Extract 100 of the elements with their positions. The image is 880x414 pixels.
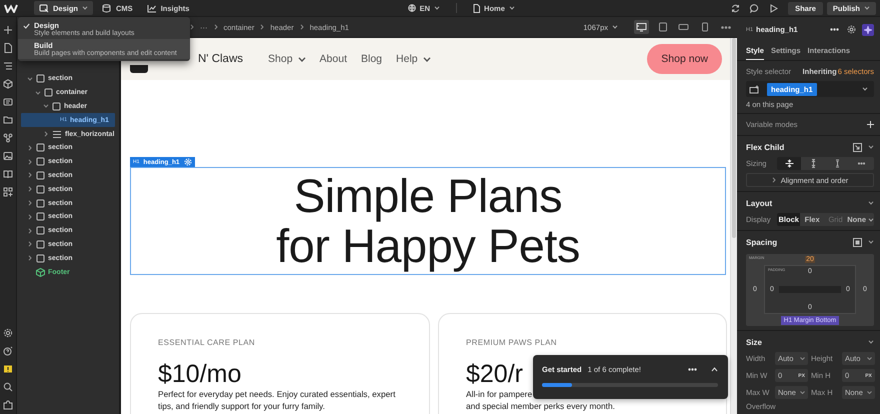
sync-icon[interactable]: [731, 4, 740, 12]
phone-landscape-icon: [678, 22, 689, 32]
caret-icon: [82, 6, 88, 10]
caret-icon: [612, 25, 618, 29]
nav-link[interactable]: Shop: [268, 53, 306, 65]
chevron-icon: [214, 24, 218, 30]
caret-icon: [434, 6, 440, 10]
plan-price: $20/r: [466, 360, 523, 388]
chevron-icon: [260, 24, 264, 30]
folder-icon[interactable]: [3, 115, 13, 125]
chevron-icon: [772, 177, 776, 183]
check-icon: [23, 23, 30, 29]
settings-icon[interactable]: [3, 328, 13, 338]
device-button[interactable]: [634, 20, 649, 34]
add-icon[interactable]: [867, 121, 874, 128]
chevron-icon: [300, 24, 304, 30]
scrollbar[interactable]: [730, 38, 737, 414]
logo-mark: [130, 65, 148, 73]
caret-icon[interactable]: [868, 201, 874, 205]
caret-icon[interactable]: [868, 340, 874, 344]
sparkle-icon: [864, 26, 872, 34]
caret-icon: [28, 214, 32, 220]
square-icon: [44, 88, 53, 98]
more-icon[interactable]: [721, 26, 731, 28]
nav-link[interactable]: Blog: [361, 53, 382, 65]
settings-icon: [184, 158, 192, 166]
logo-icon[interactable]: [4, 4, 18, 12]
play-icon[interactable]: [769, 4, 778, 12]
puzzle-icon[interactable]: [3, 400, 13, 410]
caret-icon: [864, 6, 870, 10]
nodes-icon[interactable]: [3, 133, 13, 143]
section-title: Size: [746, 338, 762, 346]
help-icon[interactable]: [3, 346, 13, 356]
page-heading: Simple Plans for Happy Pets: [276, 171, 580, 271]
chart-icon: [146, 4, 157, 12]
brand-name[interactable]: N' Claws: [198, 53, 244, 65]
square-icon: [36, 212, 45, 222]
cursor-icon: [39, 4, 49, 12]
shrink-icon: [784, 159, 794, 168]
caret-icon[interactable]: [868, 240, 874, 244]
plan-description: Perfect for everyday pet needs. Enjoy curated essentials, expert: [158, 388, 396, 400]
shop-now-button[interactable]: Shop now: [647, 44, 722, 74]
caret-icon: [28, 255, 32, 262]
plan-label: ESSENTIAL CARE PLAN: [158, 338, 255, 347]
caret-icon: [43, 104, 49, 108]
settings-icon[interactable]: [847, 25, 856, 34]
chevron-icon: [190, 24, 194, 30]
search-icon[interactable]: [3, 382, 13, 392]
caret-icon: [866, 391, 872, 394]
plan-description: All-in for pampere: [466, 388, 534, 400]
caret-icon: [28, 241, 32, 248]
nav-link[interactable]: Help: [396, 53, 431, 65]
plan-label: PREMIUM PAWS PLAN: [466, 338, 557, 347]
cube-icon[interactable]: [3, 79, 13, 89]
comment-icon[interactable]: [750, 4, 760, 12]
collapse-icon[interactable]: [711, 367, 718, 372]
grow-icon: [808, 159, 818, 168]
caret-icon: [28, 172, 32, 178]
database-icon: [102, 4, 112, 12]
spacing-icon[interactable]: [853, 238, 862, 246]
plan-price: $10/mo: [158, 360, 242, 388]
flex-child-icon[interactable]: [853, 142, 862, 152]
plan-description: tips, and friendly support for your furry family.: [158, 400, 326, 412]
caret-icon: [27, 76, 33, 81]
caret-icon: [28, 144, 32, 151]
caret-icon: [28, 186, 32, 192]
selector-icon: [749, 84, 760, 94]
desktop-icon: [636, 22, 647, 32]
caret-icon[interactable]: [868, 145, 874, 149]
square-icon: [36, 143, 45, 152]
more-icon[interactable]: [688, 368, 697, 371]
sizing-option[interactable]: [777, 157, 802, 170]
caret-icon: [35, 90, 41, 95]
image-icon[interactable]: [3, 151, 13, 161]
caret-icon: [800, 391, 805, 394]
caret-icon: [28, 228, 32, 234]
caret-icon: [28, 200, 32, 206]
square-icon: [36, 74, 45, 84]
caret-icon: [868, 218, 874, 222]
cms-icon[interactable]: [3, 97, 13, 107]
more-icon[interactable]: [830, 28, 839, 31]
page-icon[interactable]: [3, 43, 13, 53]
caret-icon: [28, 158, 32, 165]
layers-icon[interactable]: [3, 61, 13, 71]
apps-icon[interactable]: [3, 187, 13, 197]
globe-icon: [408, 4, 416, 12]
cube-icon: [36, 268, 45, 277]
section-title: Flex Child: [746, 142, 784, 152]
plan-description: and special member perks every month.: [466, 400, 615, 412]
square-icon: [36, 170, 45, 180]
caret-icon: [862, 87, 868, 91]
tablet-icon: [658, 22, 668, 32]
nav-link[interactable]: About: [320, 53, 347, 65]
add-icon[interactable]: [3, 25, 13, 35]
sparkle-button[interactable]: [862, 24, 874, 36]
square-icon: [36, 254, 45, 263]
book-icon[interactable]: [3, 169, 13, 179]
phone-icon: [700, 22, 710, 32]
warning-icon[interactable]: [3, 364, 13, 374]
caret-icon: [44, 131, 48, 138]
